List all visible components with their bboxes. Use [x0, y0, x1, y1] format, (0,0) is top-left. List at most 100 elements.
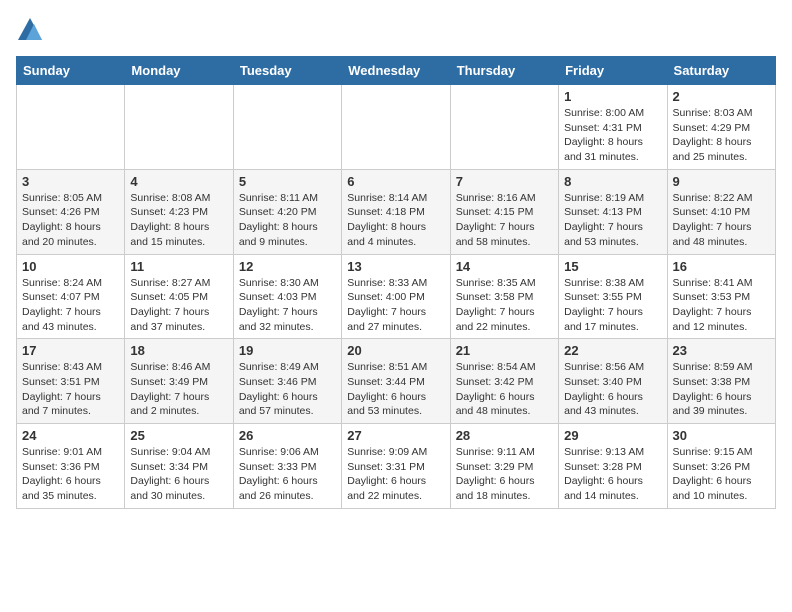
calendar-cell: 15Sunrise: 8:38 AM Sunset: 3:55 PM Dayli…: [559, 254, 667, 339]
day-info: Sunrise: 8:03 AM Sunset: 4:29 PM Dayligh…: [673, 106, 770, 165]
weekday-header-monday: Monday: [125, 57, 233, 85]
logo: [16, 16, 48, 44]
day-info: Sunrise: 8:49 AM Sunset: 3:46 PM Dayligh…: [239, 360, 336, 419]
calendar-cell: 27Sunrise: 9:09 AM Sunset: 3:31 PM Dayli…: [342, 424, 450, 509]
calendar-row: 3 Sunrise: 8:05 AM Sunset: 4:26 PM Daylig…: [17, 169, 776, 254]
day-number: 3: [22, 174, 119, 189]
calendar-cell: 10 Sunrise: 8:24 AM Sunset: 4:07 PM Dayli…: [17, 254, 125, 339]
calendar-row: 1 Sunrise: 8:00 AM Sunset: 4:31 PM Daylig…: [17, 85, 776, 170]
weekday-header-wednesday: Wednesday: [342, 57, 450, 85]
calendar-cell: 26Sunrise: 9:06 AM Sunset: 3:33 PM Dayli…: [233, 424, 341, 509]
weekday-header-friday: Friday: [559, 57, 667, 85]
calendar-cell: 2 Sunrise: 8:03 AM Sunset: 4:29 PM Daylig…: [667, 85, 775, 170]
calendar-cell: 21 Sunrise: 8:54 AM Sunset: 3:42 PM Dayli…: [450, 339, 558, 424]
day-number: 2: [673, 89, 770, 104]
day-info: Sunrise: 8:54 AM Sunset: 3:42 PM Dayligh…: [456, 360, 553, 419]
calendar-row: 17 Sunrise: 8:43 AM Sunset: 3:51 PM Dayli…: [17, 339, 776, 424]
day-info: Sunrise: 8:59 AM Sunset: 3:38 PM Dayligh…: [673, 360, 770, 419]
day-number: 9: [673, 174, 770, 189]
calendar-cell: [17, 85, 125, 170]
day-number: 8: [564, 174, 661, 189]
calendar-cell: 25Sunrise: 9:04 AM Sunset: 3:34 PM Dayli…: [125, 424, 233, 509]
day-info: Sunrise: 8:46 AM Sunset: 3:49 PM Dayligh…: [130, 360, 227, 419]
day-number: 5: [239, 174, 336, 189]
day-number: 23: [673, 343, 770, 358]
calendar-row: 24 Sunrise: 9:01 AM Sunset: 3:36 PM Dayli…: [17, 424, 776, 509]
calendar-cell: 22Sunrise: 8:56 AM Sunset: 3:40 PM Dayli…: [559, 339, 667, 424]
calendar-cell: 5Sunrise: 8:11 AM Sunset: 4:20 PM Daylig…: [233, 169, 341, 254]
calendar-cell: 1 Sunrise: 8:00 AM Sunset: 4:31 PM Daylig…: [559, 85, 667, 170]
calendar-cell: 16Sunrise: 8:41 AM Sunset: 3:53 PM Dayli…: [667, 254, 775, 339]
day-number: 15: [564, 259, 661, 274]
day-info: Sunrise: 8:35 AM Sunset: 3:58 PM Dayligh…: [456, 276, 553, 335]
calendar-cell: [342, 85, 450, 170]
day-info: Sunrise: 8:22 AM Sunset: 4:10 PM Dayligh…: [673, 191, 770, 250]
calendar-cell: 19 Sunrise: 8:49 AM Sunset: 3:46 PM Dayli…: [233, 339, 341, 424]
header-section: [16, 16, 776, 44]
day-number: 29: [564, 428, 661, 443]
day-number: 12: [239, 259, 336, 274]
day-number: 1: [564, 89, 661, 104]
logo-icon: [16, 16, 44, 44]
day-number: 10: [22, 259, 119, 274]
day-info: Sunrise: 8:30 AM Sunset: 4:03 PM Dayligh…: [239, 276, 336, 335]
calendar-cell: 8 Sunrise: 8:19 AM Sunset: 4:13 PM Daylig…: [559, 169, 667, 254]
calendar-cell: 30 Sunrise: 9:15 AM Sunset: 3:26 PM Dayli…: [667, 424, 775, 509]
calendar-cell: [450, 85, 558, 170]
day-info: Sunrise: 9:13 AM Sunset: 3:28 PM Dayligh…: [564, 445, 661, 504]
calendar-body: 1 Sunrise: 8:00 AM Sunset: 4:31 PM Daylig…: [17, 85, 776, 509]
calendar-cell: 12 Sunrise: 8:30 AM Sunset: 4:03 PM Dayli…: [233, 254, 341, 339]
day-info: Sunrise: 8:24 AM Sunset: 4:07 PM Dayligh…: [22, 276, 119, 335]
day-number: 28: [456, 428, 553, 443]
day-info: Sunrise: 9:01 AM Sunset: 3:36 PM Dayligh…: [22, 445, 119, 504]
day-info: Sunrise: 8:43 AM Sunset: 3:51 PM Dayligh…: [22, 360, 119, 419]
calendar-cell: 29 Sunrise: 9:13 AM Sunset: 3:28 PM Dayli…: [559, 424, 667, 509]
calendar-cell: 4 Sunrise: 8:08 AM Sunset: 4:23 PM Daylig…: [125, 169, 233, 254]
day-info: Sunrise: 8:05 AM Sunset: 4:26 PM Dayligh…: [22, 191, 119, 250]
day-info: Sunrise: 8:00 AM Sunset: 4:31 PM Dayligh…: [564, 106, 661, 165]
day-info: Sunrise: 8:56 AM Sunset: 3:40 PM Dayligh…: [564, 360, 661, 419]
day-number: 16: [673, 259, 770, 274]
day-number: 4: [130, 174, 227, 189]
weekday-header-sunday: Sunday: [17, 57, 125, 85]
day-info: Sunrise: 9:04 AM Sunset: 3:34 PM Dayligh…: [130, 445, 227, 504]
day-number: 20: [347, 343, 444, 358]
calendar-row: 10 Sunrise: 8:24 AM Sunset: 4:07 PM Dayli…: [17, 254, 776, 339]
calendar-cell: 3 Sunrise: 8:05 AM Sunset: 4:26 PM Daylig…: [17, 169, 125, 254]
day-number: 19: [239, 343, 336, 358]
calendar-cell: 28Sunrise: 9:11 AM Sunset: 3:29 PM Dayli…: [450, 424, 558, 509]
day-number: 6: [347, 174, 444, 189]
calendar-cell: 11 Sunrise: 8:27 AM Sunset: 4:05 PM Dayli…: [125, 254, 233, 339]
day-info: Sunrise: 9:06 AM Sunset: 3:33 PM Dayligh…: [239, 445, 336, 504]
day-info: Sunrise: 8:27 AM Sunset: 4:05 PM Dayligh…: [130, 276, 227, 335]
calendar-cell: 13 Sunrise: 8:33 AM Sunset: 4:00 PM Dayli…: [342, 254, 450, 339]
calendar-cell: 17 Sunrise: 8:43 AM Sunset: 3:51 PM Dayli…: [17, 339, 125, 424]
day-number: 21: [456, 343, 553, 358]
day-number: 30: [673, 428, 770, 443]
day-number: 17: [22, 343, 119, 358]
day-info: Sunrise: 8:51 AM Sunset: 3:44 PM Dayligh…: [347, 360, 444, 419]
day-number: 18: [130, 343, 227, 358]
calendar-cell: 20 Sunrise: 8:51 AM Sunset: 3:44 PM Dayli…: [342, 339, 450, 424]
calendar-cell: [233, 85, 341, 170]
day-info: Sunrise: 8:08 AM Sunset: 4:23 PM Dayligh…: [130, 191, 227, 250]
day-number: 14: [456, 259, 553, 274]
calendar-header: SundayMondayTuesdayWednesdayThursdayFrid…: [17, 57, 776, 85]
day-number: 11: [130, 259, 227, 274]
day-info: Sunrise: 8:14 AM Sunset: 4:18 PM Dayligh…: [347, 191, 444, 250]
weekday-header-saturday: Saturday: [667, 57, 775, 85]
calendar-table: SundayMondayTuesdayWednesdayThursdayFrid…: [16, 56, 776, 509]
day-number: 13: [347, 259, 444, 274]
day-number: 7: [456, 174, 553, 189]
calendar-cell: 9 Sunrise: 8:22 AM Sunset: 4:10 PM Daylig…: [667, 169, 775, 254]
day-number: 27: [347, 428, 444, 443]
day-info: Sunrise: 9:15 AM Sunset: 3:26 PM Dayligh…: [673, 445, 770, 504]
day-info: Sunrise: 8:19 AM Sunset: 4:13 PM Dayligh…: [564, 191, 661, 250]
calendar-cell: 7 Sunrise: 8:16 AM Sunset: 4:15 PM Daylig…: [450, 169, 558, 254]
calendar-cell: 24 Sunrise: 9:01 AM Sunset: 3:36 PM Dayli…: [17, 424, 125, 509]
day-info: Sunrise: 8:16 AM Sunset: 4:15 PM Dayligh…: [456, 191, 553, 250]
calendar-cell: 6 Sunrise: 8:14 AM Sunset: 4:18 PM Daylig…: [342, 169, 450, 254]
calendar-cell: 23 Sunrise: 8:59 AM Sunset: 3:38 PM Dayli…: [667, 339, 775, 424]
day-number: 24: [22, 428, 119, 443]
day-info: Sunrise: 8:33 AM Sunset: 4:00 PM Dayligh…: [347, 276, 444, 335]
